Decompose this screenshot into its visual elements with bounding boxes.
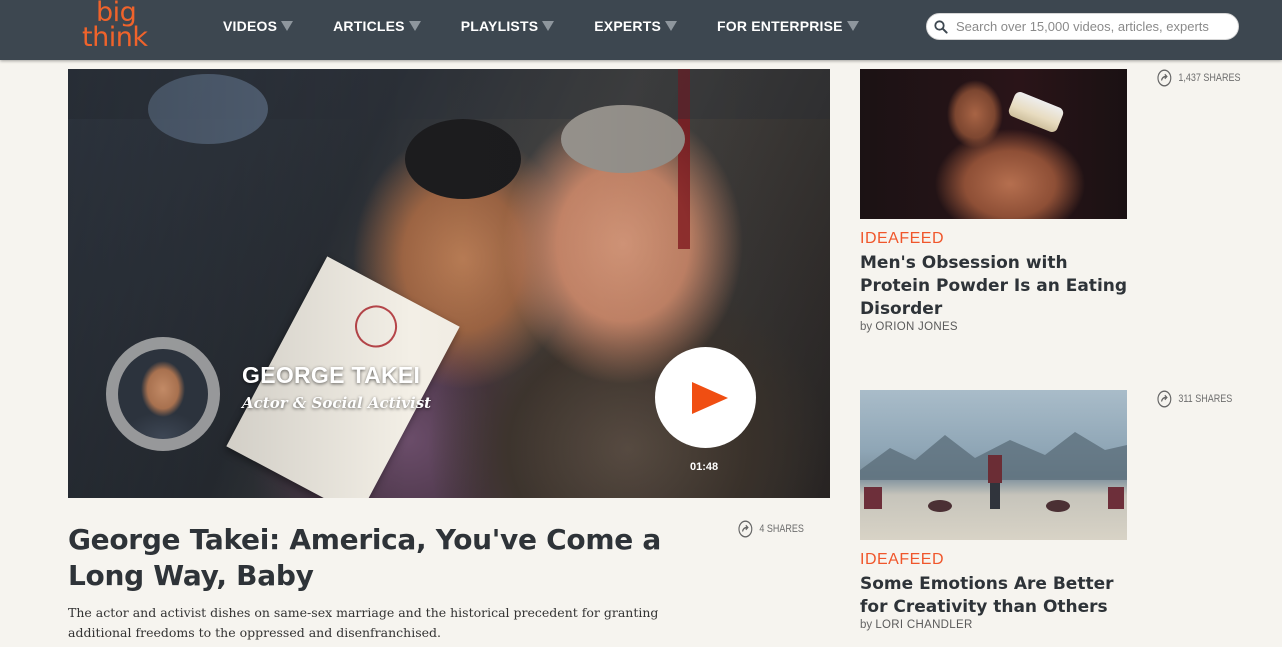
nav-for-enterprise-label: FOR ENTERPRISE [717, 18, 843, 34]
logo-text-think: think [82, 22, 148, 53]
nav-articles-label: ARTICLES [333, 18, 405, 34]
speaker-avatar-ring[interactable] [106, 337, 220, 451]
article-description: The actor and activist dishes on same-se… [68, 605, 659, 640]
byline-by: by [860, 619, 873, 631]
nav-experts-label: EXPERTS [594, 18, 662, 34]
search-box[interactable] [926, 13, 1239, 40]
nav-videos[interactable]: VIDEOS [223, 18, 294, 34]
share-count-text: 4 SHARES [759, 523, 804, 535]
byline-by: by [860, 321, 873, 333]
speaker-title: Actor & Social Activist [242, 394, 432, 412]
caret-down-icon [665, 21, 678, 31]
play-icon [691, 381, 728, 414]
shaker-bottle-image [1007, 90, 1065, 134]
share-count-card-2[interactable]: 311 SHARES [1157, 390, 1232, 408]
share-count-text: 1,437 SHARES [1178, 72, 1241, 84]
nav-experts[interactable]: EXPERTS [594, 18, 678, 34]
card-tag[interactable]: IDEAFEED [860, 230, 944, 248]
card-byline: by LORI CHANDLER [860, 619, 973, 631]
nav-playlists[interactable]: PLAYLISTS [461, 18, 555, 34]
search-icon [934, 13, 956, 40]
speaker-avatar [118, 349, 208, 439]
card-byline: by ORION JONES [860, 321, 958, 333]
share-icon [1157, 69, 1172, 87]
caret-down-icon [281, 21, 294, 31]
share-count-text: 311 SHARES [1178, 393, 1233, 405]
caret-down-icon [846, 21, 859, 31]
card-tag[interactable]: IDEAFEED [860, 551, 944, 569]
share-icon [738, 520, 753, 538]
share-count-main[interactable]: 4 SHARES [738, 520, 804, 538]
bigthink-logo[interactable]: big think [82, 0, 162, 56]
card-image-protein[interactable] [860, 69, 1127, 219]
figures-image [864, 455, 1124, 512]
nav-articles[interactable]: ARTICLES [333, 18, 421, 34]
share-icon [1157, 390, 1172, 408]
caret-down-icon [542, 21, 555, 31]
main-nav: VIDEOS ARTICLES PLAYLISTS EXPERTS FOR EN… [223, 0, 899, 52]
card-title[interactable]: Some Emotions Are Better for Creativity … [860, 573, 1130, 619]
nav-playlists-label: PLAYLISTS [460, 18, 539, 34]
share-count-card-1[interactable]: 1,437 SHARES [1157, 69, 1240, 87]
card-author[interactable]: LORI CHANDLER [875, 619, 972, 631]
search-input[interactable] [956, 19, 1236, 34]
top-navigation-bar: big think VIDEOS ARTICLES PLAYLISTS EXPE… [0, 0, 1282, 60]
card-image-emotions[interactable] [860, 390, 1127, 540]
card-author[interactable]: ORION JONES [875, 321, 958, 333]
caret-down-icon [408, 21, 421, 31]
nav-videos-label: VIDEOS [223, 18, 278, 34]
video-duration: 01:48 [690, 461, 719, 473]
article-title[interactable]: George Takei: America, You've Come a Lon… [68, 522, 688, 594]
play-button[interactable] [655, 347, 756, 448]
card-title[interactable]: Men's Obsession with Protein Powder Is a… [860, 252, 1130, 321]
speaker-name[interactable]: GEORGE TAKEI [242, 362, 420, 389]
nav-for-enterprise[interactable]: FOR ENTERPRISE [717, 18, 859, 34]
hero-video[interactable]: GEORGE TAKEI Actor & Social Activist 01:… [68, 69, 830, 498]
